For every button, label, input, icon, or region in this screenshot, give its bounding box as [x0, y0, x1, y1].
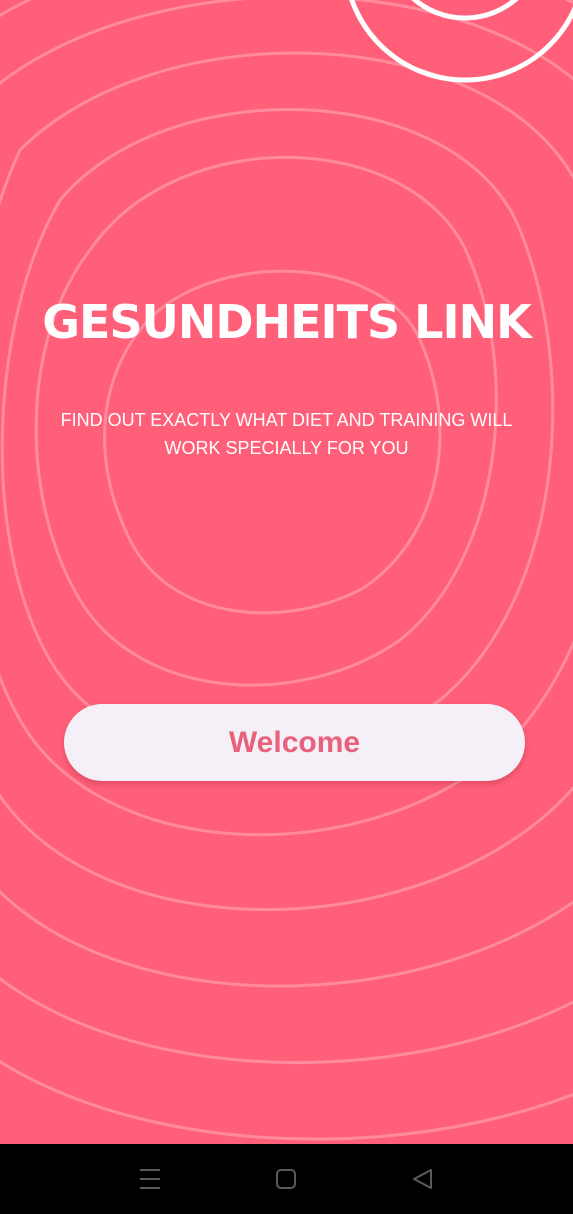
background-contour-pattern [0, 0, 573, 1144]
contour-lines-decoration [0, 0, 573, 1141]
welcome-button[interactable]: Welcome [64, 704, 525, 781]
home-square-icon [276, 1169, 296, 1189]
menu-nav-button[interactable] [130, 1160, 170, 1198]
home-nav-button[interactable] [266, 1160, 306, 1198]
back-triangle-icon [413, 1169, 432, 1189]
menu-icon [140, 1169, 160, 1189]
app-tagline: FIND OUT EXACTLY WHAT DIET AND TRAINING … [60, 410, 513, 458]
app-title: GESUNDHEITS LINK [42, 295, 531, 349]
back-nav-button[interactable] [402, 1160, 442, 1198]
splash-screen: GESUNDHEITS LINK FIND OUT EXACTLY WHAT D… [0, 0, 573, 1214]
